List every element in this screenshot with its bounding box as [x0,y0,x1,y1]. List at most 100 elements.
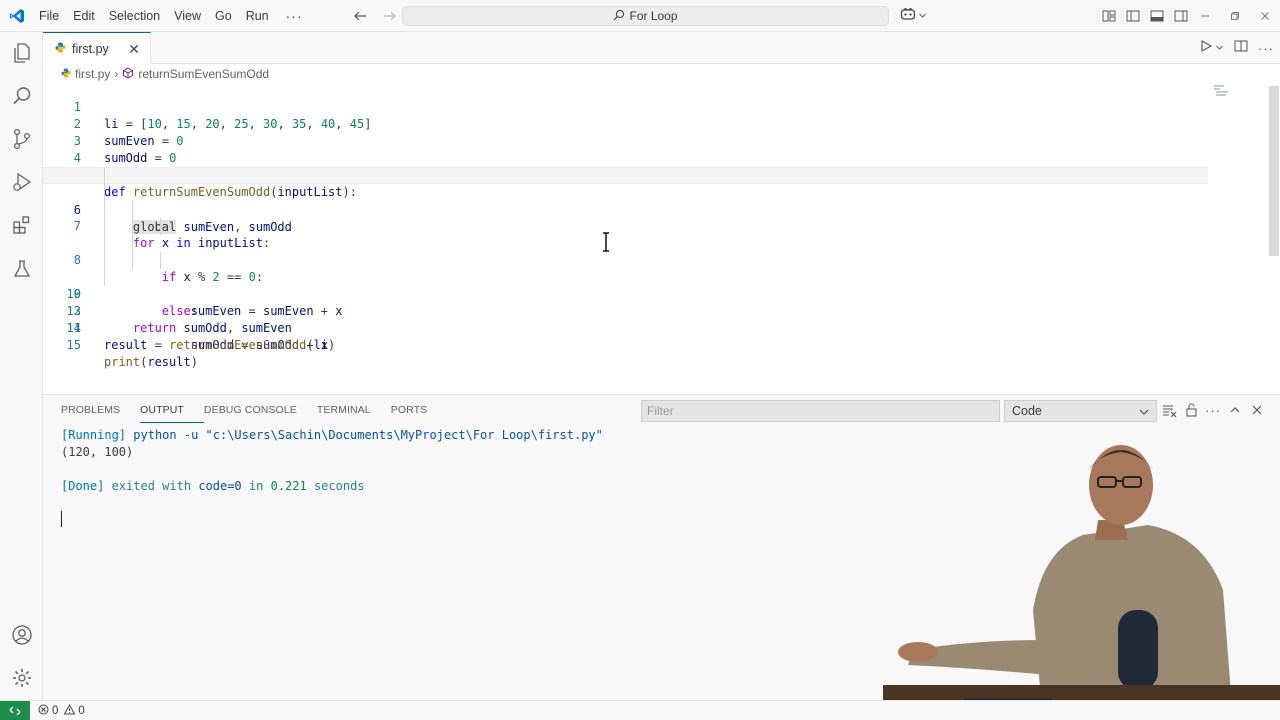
testing-flask-icon[interactable] [9,256,35,282]
breadcrumb-symbol[interactable]: returnSumEvenSumOdd [138,67,269,81]
output-channel-value: Code [1012,404,1042,418]
menu-go[interactable]: Go [208,0,239,32]
editor-scrollbar[interactable] [1268,82,1280,394]
webcam-presenter-image [883,440,1280,720]
copilot-icon [900,7,916,26]
code-line: 9 sumEven = sumEven + x [43,218,1208,318]
output-filter-input[interactable]: Filter [641,400,1000,422]
command-center-search[interactable]: For Loop [402,6,889,26]
more-actions-icon[interactable]: ··· [1205,401,1221,419]
output-result-line: (120, 100) [61,444,133,461]
explorer-icon[interactable] [9,40,35,66]
code-line: 3 sumOdd = 0 [43,116,1208,165]
running-tag: [Running] [61,428,127,442]
search-view-icon[interactable] [9,83,35,109]
manage-gear-icon[interactable] [9,665,35,691]
line-number: 15 [66,338,81,352]
split-editor-icon[interactable] [1234,39,1248,58]
indent-guide [160,218,161,235]
accounts-icon[interactable] [9,622,35,648]
tab-debug-console[interactable]: DEBUG CONSOLE [204,403,317,423]
minimize-icon[interactable] [1190,0,1220,32]
breadcrumb-file[interactable]: first.py [75,67,110,81]
command-center-label: For Loop [629,9,678,23]
run-debug-icon[interactable] [9,169,35,195]
toggle-secondary-sidebar-icon[interactable] [1172,7,1190,25]
code-line: 14 result = returnSumEvenSumOdd(li) [43,303,1208,352]
forward-arrow-icon[interactable] [380,6,400,26]
source-control-icon[interactable] [9,126,35,152]
tab-output[interactable]: OUTPUT [140,403,204,423]
chevron-down-icon [1138,404,1150,424]
output-channel-select[interactable]: Code [1004,400,1157,422]
menu-view[interactable]: View [167,0,208,32]
code-editor[interactable]: 1 li = [10, 15, 20, 25, 30, 35, 40, 45] … [43,82,1280,394]
toggle-panel-icon[interactable] [1148,7,1166,25]
code-line: 8 if x % 2 == 0: [43,201,1208,284]
run-dropdown-chevron-icon[interactable] [1215,39,1224,57]
menu-edit[interactable]: Edit [66,0,102,32]
close-window-icon[interactable] [1250,0,1280,32]
code-text: print(result) [104,355,198,369]
customize-layout-icon[interactable] [1100,7,1118,25]
error-icon [38,704,49,718]
run-python-file-icon[interactable] [1199,39,1213,58]
indent-guide [104,235,105,252]
warning-icon [64,703,76,718]
tab-label: first.py [72,41,109,56]
chevron-down-icon [918,7,927,25]
scrollbar-thumb[interactable] [1269,86,1279,256]
close-tab-icon[interactable]: ✕ [126,41,142,57]
function-symbol-icon [122,66,134,82]
exited-text: exited with [111,479,192,493]
maximize-panel-icon[interactable] [1227,401,1243,419]
python-file-icon [61,67,71,81]
copilot-button[interactable] [900,6,927,26]
indent-guide [104,184,105,201]
code-line: 13 [43,286,1208,318]
indent-guide [104,252,105,269]
error-count: 0 [52,704,59,717]
status-bar: 0 0 [0,700,1280,720]
menu-selection[interactable]: Selection [102,0,167,32]
indent-guide [160,252,161,269]
tab-terminal[interactable]: TERMINAL [317,403,391,423]
seconds-text: seconds [313,479,365,493]
python-file-icon [55,42,66,56]
clear-output-icon[interactable] [1161,401,1177,419]
menu-more[interactable]: ··· [276,0,313,32]
back-arrow-icon[interactable] [350,6,370,26]
code-text: result = returnSumEvenSumOdd(li) [104,338,336,352]
menu-run[interactable]: Run [239,0,276,32]
warning-count: 0 [78,704,85,717]
title-bar: File Edit Selection View Go Run ··· For … [0,0,1280,32]
in-text: in [248,479,264,493]
code-line: 11 sumOdd = sumOdd + x [43,252,1208,352]
elapsed-value: 0.221 [270,479,307,493]
activity-bar [0,32,43,700]
more-actions-icon[interactable]: ··· [1258,41,1274,56]
code-line: 12 return sumOdd, sumEven [43,269,1208,335]
vscode-logo-icon [2,0,32,32]
remote-window-icon[interactable] [0,700,30,720]
code-line: 4 [43,133,1208,165]
lock-scroll-icon[interactable] [1183,401,1199,419]
tab-problems[interactable]: PROBLEMS [61,403,140,423]
minimap-icon[interactable] [1212,84,1232,98]
exit-code: code=0 [198,479,242,493]
code-line: 10 else: [43,235,1208,318]
menu-file[interactable]: File [32,0,66,32]
output-text-caret [61,511,62,527]
search-icon [613,9,625,24]
tab-ports[interactable]: PORTS [391,403,447,423]
restore-icon[interactable] [1220,0,1250,32]
text-cursor-icon [601,232,611,257]
toggle-primary-sidebar-icon[interactable] [1124,7,1142,25]
tab-first-py[interactable]: first.py ✕ [43,32,151,64]
problems-status[interactable]: 0 0 [38,703,85,718]
extensions-icon[interactable] [9,212,35,238]
editor-tab-bar: first.py ✕ ··· [43,32,1280,64]
close-panel-icon[interactable] [1249,401,1265,419]
output-running-line: [Running] python -u "c:\Users\Sachin\Doc… [61,427,603,444]
indent-guide [104,201,105,218]
